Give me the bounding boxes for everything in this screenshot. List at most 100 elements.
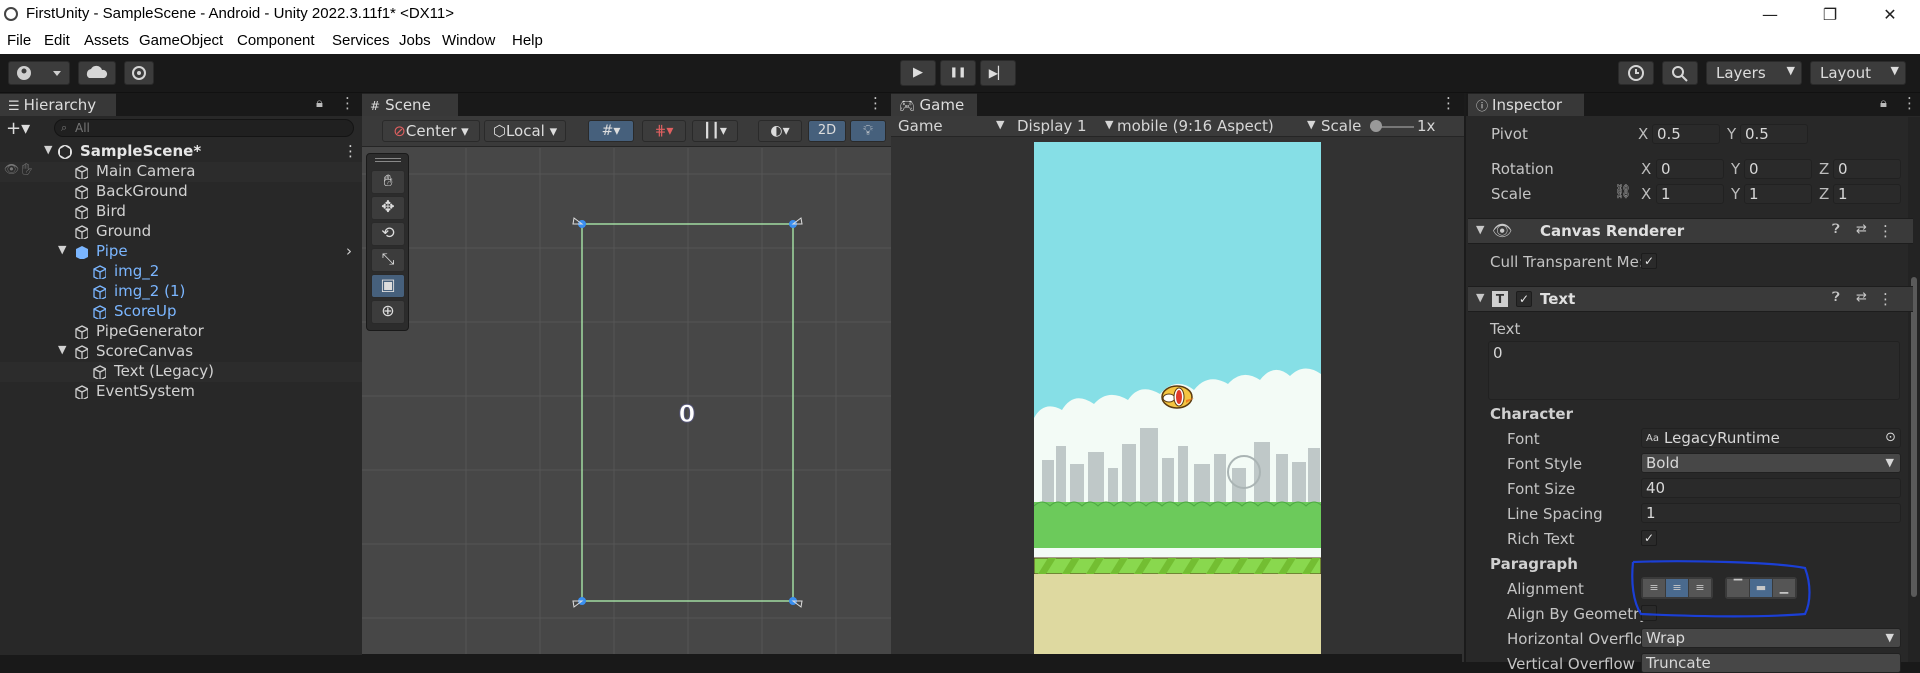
transform-tool-icon[interactable]: ⊕ [371,300,405,324]
text-component-header[interactable]: ▼ T ✓ Text ❓︎ ⇄ ⋮ [1468,286,1913,312]
layers-dropdown[interactable]: Layers ▼ [1706,61,1802,85]
play-button[interactable]: ▶ [900,60,936,86]
help-icon[interactable]: ❓︎ [1832,290,1840,305]
menu-edit[interactable]: Edit [44,32,70,49]
close-button[interactable]: ✕ [1860,0,1920,29]
hierarchy-item[interactable]: BackGround [0,182,362,202]
visibility-toggle-icon[interactable]: 👁︎✋︎ [4,162,34,176]
hierarchy-item[interactable]: Ground [0,222,362,242]
menu-jobs[interactable]: Jobs [399,32,431,49]
scene-score-text[interactable]: 0 [678,400,696,429]
toggle-2d-button[interactable]: 2D [808,120,846,142]
hierarchy-item[interactable]: Text (Legacy) [0,362,362,382]
increment-snap-button[interactable]: ┃┃▾ [692,120,738,142]
aspect-dropdown[interactable]: mobile (9:16 Aspect) ▼ [1117,117,1317,135]
hierarchy-item[interactable]: Bird [0,202,362,222]
preset-icon[interactable]: ⇄ [1856,222,1867,237]
pause-button[interactable]: ❚❚ [940,60,976,86]
collab-button[interactable] [124,61,154,85]
line-spacing-field[interactable]: 1 [1641,503,1901,523]
grid-snap-toggle[interactable]: ⋕▾ [642,120,686,142]
panel-menu-icon[interactable]: ⋮ [340,94,355,112]
tab-scene[interactable]: # Scene [362,93,458,116]
display-dropdown[interactable]: Display 1 ▼ [1017,117,1115,135]
component-menu-icon[interactable]: ⋮ [1878,222,1893,240]
open-prefab-chevron-icon[interactable]: › [346,242,352,260]
rotation-y-field[interactable]: 0 [1744,159,1812,179]
step-button[interactable]: ▶▏ [980,60,1016,86]
font-field[interactable]: Aa LegacyRuntime ⊙ [1641,428,1901,448]
expand-arrow-icon[interactable]: ▼ [58,343,66,356]
rich-text-checkbox[interactable]: ✓ [1641,530,1657,546]
lighting-toggle[interactable]: 💡︎ [850,120,886,142]
lock-icon[interactable]: 🔒︎ [316,96,323,111]
hierarchy-item[interactable]: img_2 (1) [0,282,362,302]
hand-tool-icon[interactable]: ✋︎ [371,170,405,194]
text-value-area[interactable]: 0 [1488,341,1900,400]
help-icon[interactable]: ❓︎ [1832,222,1840,237]
rotation-z-field[interactable]: 0 [1833,159,1901,179]
move-tool-icon[interactable]: ✥ [371,196,405,220]
foldout-arrow-icon[interactable]: ▼ [1476,223,1484,236]
font-size-field[interactable]: 40 [1641,478,1901,498]
foldout-arrow-icon[interactable]: ▼ [1476,291,1484,304]
cull-transparent-checkbox[interactable]: ✓ [1641,253,1657,269]
search-input[interactable]: ⌕ All [54,119,354,137]
menu-component[interactable]: Component [237,32,315,49]
hierarchy-item[interactable]: ▼ Pipe › [0,242,362,262]
layout-dropdown[interactable]: Layout ▼ [1810,61,1906,85]
preset-icon[interactable]: ⇄ [1856,290,1867,305]
horizontal-overflow-dropdown[interactable]: Wrap ▼ [1641,628,1901,648]
scene-root-row[interactable]: ▼ SampleScene* ⋮ [0,142,362,162]
panel-menu-icon[interactable]: ⋮ [1441,94,1456,112]
scale-y-field[interactable]: 1 [1744,184,1812,204]
menu-window[interactable]: Window [442,32,495,49]
panel-menu-icon[interactable]: ⋮ [868,94,883,112]
minimize-button[interactable]: — [1740,0,1800,29]
snap-toggle[interactable]: #▾ [588,120,634,142]
search-button[interactable] [1662,61,1698,85]
menu-help[interactable]: Help [512,32,543,49]
menu-services[interactable]: Services [332,32,390,49]
rotation-x-field[interactable]: 0 [1656,159,1724,179]
cloud-button[interactable] [78,61,116,85]
game-viewport[interactable] [1034,142,1321,662]
game-view-dropdown[interactable]: Game ▼ [898,117,1008,135]
canvas-renderer-header[interactable]: ▼ 👁︎ Canvas Renderer ❓︎ ⇄ ⋮ [1468,218,1913,244]
rotate-tool-icon[interactable]: ⟲ [371,222,405,246]
hierarchy-item[interactable]: PipeGenerator [0,322,362,342]
expand-arrow-icon[interactable]: ▼ [58,243,66,256]
expand-arrow-icon[interactable]: ▼ [44,143,52,156]
scale-slider-handle[interactable] [1370,120,1382,132]
hierarchy-item[interactable]: img_2 [0,262,362,282]
add-button[interactable]: +▾ [6,118,30,139]
hierarchy-item[interactable]: ▼ ScoreCanvas [0,342,362,362]
menu-gameobject[interactable]: GameObject [139,32,223,49]
scene-viewport[interactable]: 0 [362,148,891,662]
tab-hierarchy[interactable]: ☰ Hierarchy [0,93,116,116]
draw-mode-dropdown[interactable]: ◐▾ [758,120,802,142]
maximize-button[interactable]: ❐ [1800,0,1860,29]
scale-z-field[interactable]: 1 [1833,184,1901,204]
vertical-overflow-dropdown[interactable]: Truncate [1641,653,1901,673]
object-picker-icon[interactable]: ⊙ [1885,429,1896,447]
account-button[interactable] [8,61,70,85]
history-button[interactable] [1618,61,1654,85]
panel-menu-icon[interactable]: ⋮ [1902,94,1917,112]
scale-x-field[interactable]: 1 [1656,184,1724,204]
hierarchy-item[interactable]: ScoreUp [0,302,362,322]
pivot-y-field[interactable]: 0.5 [1740,124,1808,144]
scene-menu-icon[interactable]: ⋮ [343,142,358,160]
scale-tool-icon[interactable]: ⤡ [371,248,405,272]
text-enabled-checkbox[interactable]: ✓ [1516,291,1532,307]
menu-file[interactable]: File [7,32,31,49]
tab-game[interactable]: 🎮︎ Game [891,93,977,116]
drag-handle[interactable] [375,158,401,162]
hierarchy-item[interactable]: EventSystem [0,382,362,402]
component-menu-icon[interactable]: ⋮ [1878,290,1893,308]
font-style-dropdown[interactable]: Bold ▼ [1641,453,1901,473]
scrollbar-thumb[interactable] [1911,277,1917,597]
tab-inspector[interactable]: ⓘ Inspector [1468,93,1584,116]
scrollbar[interactable] [1908,117,1920,662]
rect-tool-icon[interactable]: ▣ [371,274,405,298]
